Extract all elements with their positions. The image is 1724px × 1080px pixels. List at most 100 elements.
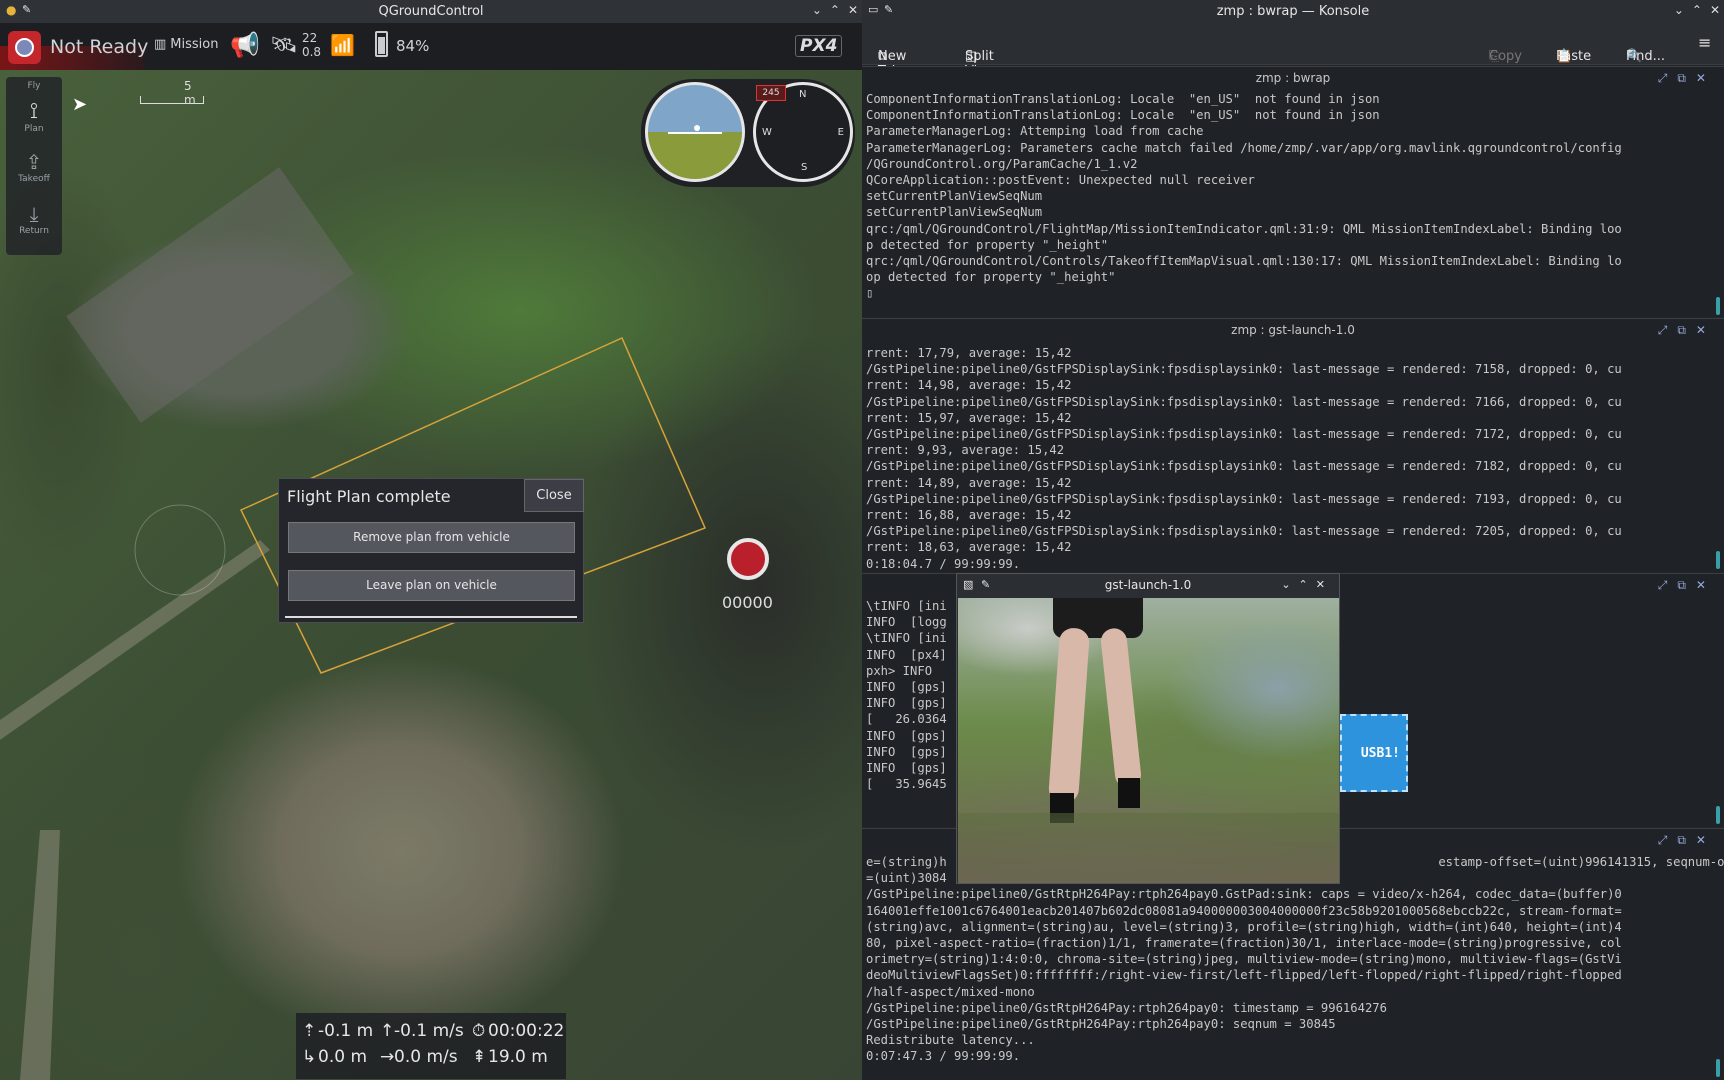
terminal-output: rrent: 17,79, average: 15,42 /GstPipelin…: [866, 346, 1622, 571]
dialog-progress: [285, 616, 577, 618]
leave-plan-button[interactable]: Leave plan on vehicle: [288, 570, 575, 601]
chevron-down-icon: ⌄: [965, 49, 976, 64]
compass-heading: 245: [756, 85, 786, 101]
find-label: Find...: [1626, 49, 1666, 64]
maximize-icon[interactable]: ⌃: [830, 3, 840, 17]
vertical-speed: -0.1 m/s: [394, 1021, 464, 1041]
relative-altitude: -0.1 m: [318, 1021, 374, 1041]
sock-right: [1118, 778, 1140, 808]
plan-toolstrip: Fly ⟟ Plan ⇪ Takeoff ⤓ Return: [6, 77, 62, 255]
remove-plan-button[interactable]: Remove plan from vehicle: [288, 522, 575, 553]
terminal-output: e=(string)h estamp-offset=(uint)99614131…: [866, 855, 1724, 1064]
leg-left: [1047, 627, 1091, 804]
horizontal-speed-icon: →: [380, 1047, 395, 1067]
compass-west: W: [762, 127, 772, 138]
messages-indicator[interactable]: 📢: [230, 31, 260, 59]
waypoint-icon: ⟟: [29, 99, 39, 124]
flight-time: 00:00:22: [488, 1021, 565, 1041]
compass-indicator: N E S W 245: [753, 82, 853, 182]
distance-icon: ↳: [302, 1047, 317, 1067]
terminal-output: ComponentInformationTranslationLog: Loca…: [866, 92, 1622, 301]
map-icon: ▥: [154, 37, 167, 52]
scrollbar[interactable]: [1716, 806, 1720, 824]
amsl-altitude: 19.0 m: [488, 1047, 548, 1067]
megaphone-icon: 📢: [230, 31, 260, 59]
fly-tool[interactable]: Fly: [6, 81, 62, 91]
return-icon: ⤓: [29, 202, 39, 226]
compass-north: N: [799, 89, 807, 100]
battery-percent[interactable]: 84%: [396, 37, 429, 55]
scrollbar[interactable]: [1716, 297, 1720, 315]
rc-signal-icon: 📶: [330, 33, 355, 57]
takeoff-label: Takeoff: [18, 174, 50, 184]
gst-window-controls[interactable]: ⌄⌃✕: [1281, 574, 1333, 596]
scrollbar[interactable]: [1716, 1059, 1720, 1077]
attitude-indicator: [645, 82, 745, 182]
scale-bar: [140, 96, 204, 104]
fly-label: Fly: [27, 81, 41, 91]
pane-controls[interactable]: ⤢⧉✕: [1658, 323, 1716, 338]
konsole-minimize-icon[interactable]: ⌄: [1674, 3, 1684, 17]
video-frame: [958, 598, 1339, 883]
terminal-output: \tINFO [ini INFO [logg \tINFO [ini INFO …: [866, 599, 947, 792]
battery-icon[interactable]: [375, 31, 388, 57]
compass-south: S: [801, 162, 808, 173]
satellite-icon: 🛰: [270, 32, 298, 58]
pane-controls[interactable]: ⤢⧉✕: [1658, 578, 1716, 593]
minimize-icon[interactable]: ⌄: [812, 3, 822, 17]
paste-label: Paste: [1556, 49, 1592, 64]
gps-hdop: 0.8: [301, 45, 322, 59]
px4-logo: PX4: [795, 35, 843, 57]
return-tool[interactable]: ⤓ Return: [6, 202, 62, 236]
gps-indicator[interactable]: 🛰 22 0.8: [270, 31, 321, 59]
return-label: Return: [19, 226, 49, 236]
konsole-maximize-icon[interactable]: ⌃: [1692, 3, 1702, 17]
konsole-close-icon[interactable]: ✕: [1710, 3, 1720, 17]
qgc-logo-button[interactable]: [8, 31, 41, 64]
terminal-pane-bwrap[interactable]: zmp : bwrap ⤢⧉✕ ComponentInformationTran…: [862, 66, 1724, 317]
altitude-icon: ⇡: [302, 1021, 317, 1041]
map-view[interactable]: Fly ⟟ Plan ⇪ Takeoff ⤓ Return ➤ 5 m N E …: [0, 70, 862, 1080]
compass-east: E: [837, 127, 844, 138]
konsole-titlebar: ▭ ✎ zmp : bwrap — Konsole ⌄ ⌃ ✕: [862, 0, 1724, 23]
konsole-window-title: zmp : bwrap — Konsole: [1216, 4, 1370, 19]
gst-app-icon: ▧: [963, 578, 974, 591]
qgc-titlebar: ● ✎ QGroundControl ⌄ ⌃ ✕: [0, 0, 862, 23]
telemetry-bar[interactable]: ⇡ -0.1 m ↑ -0.1 m/s ⏱ 00:00:22 ↳ 0.0 m →…: [296, 1013, 566, 1079]
dialog-close-button[interactable]: Close: [524, 479, 584, 512]
mission-indicator[interactable]: ▥ Mission: [154, 37, 218, 52]
distance: 0.0 m: [318, 1047, 367, 1067]
ground: [958, 813, 1339, 883]
amsl-icon: ⇞: [472, 1047, 487, 1067]
record-counter: 00000: [722, 593, 773, 612]
gst-video-window[interactable]: ▧ ✎ gst-launch-1.0 ⌄⌃✕: [956, 573, 1340, 884]
qgc-logo-icon: [15, 38, 34, 57]
terminal-pane-gst[interactable]: zmp : gst-launch-1.0 ⤢⧉✕ rrent: 17,79, a…: [862, 318, 1724, 572]
qgc-toolbar: Not Ready ▥ Mission 📢 🛰 22 0.8 📶 84% PX4: [0, 23, 862, 93]
mouse-cursor-icon: ➤: [72, 94, 88, 115]
usb-marker: USB1!: [1340, 714, 1408, 792]
takeoff-tool[interactable]: ⇪ Takeoff: [6, 150, 62, 184]
vertical-speed-icon: ↑: [380, 1021, 395, 1041]
konsole-window: ▭ ✎ zmp : bwrap — Konsole ⌄ ⌃ ✕ ⧉ New Ta…: [862, 0, 1724, 1080]
pane-controls[interactable]: ⤢⧉✕: [1658, 71, 1716, 86]
timer-icon: ⏱: [472, 1021, 486, 1041]
window-title: QGroundControl: [378, 4, 484, 19]
leg-right: [1099, 627, 1143, 789]
close-icon[interactable]: ✕: [848, 3, 858, 17]
pane-title: zmp : gst-launch-1.0: [1231, 323, 1355, 337]
konsole-toolbar: ⧉ New Tab ◫ Split View ⌄ ⎘ Copy 📋 Paste …: [862, 23, 1724, 79]
scrollbar[interactable]: [1716, 551, 1720, 569]
gst-window-title: gst-launch-1.0: [1104, 578, 1192, 592]
rc-indicator[interactable]: 📶: [330, 33, 355, 57]
flight-plan-complete-dialog: Flight Plan complete Close Remove plan f…: [278, 478, 584, 623]
gps-satellite-count: 22: [301, 31, 318, 45]
ready-status[interactable]: Not Ready: [50, 36, 148, 58]
record-button[interactable]: [727, 538, 769, 580]
pane-controls[interactable]: ⤢⧉✕: [1658, 833, 1716, 848]
plan-tool[interactable]: ⟟ Plan: [6, 99, 62, 134]
pane-title: zmp : bwrap: [1255, 71, 1331, 85]
horizontal-speed: 0.0 m/s: [394, 1047, 458, 1067]
hamburger-menu-icon[interactable]: ≡: [1698, 33, 1711, 52]
gst-pin-icon[interactable]: ✎: [981, 574, 990, 596]
